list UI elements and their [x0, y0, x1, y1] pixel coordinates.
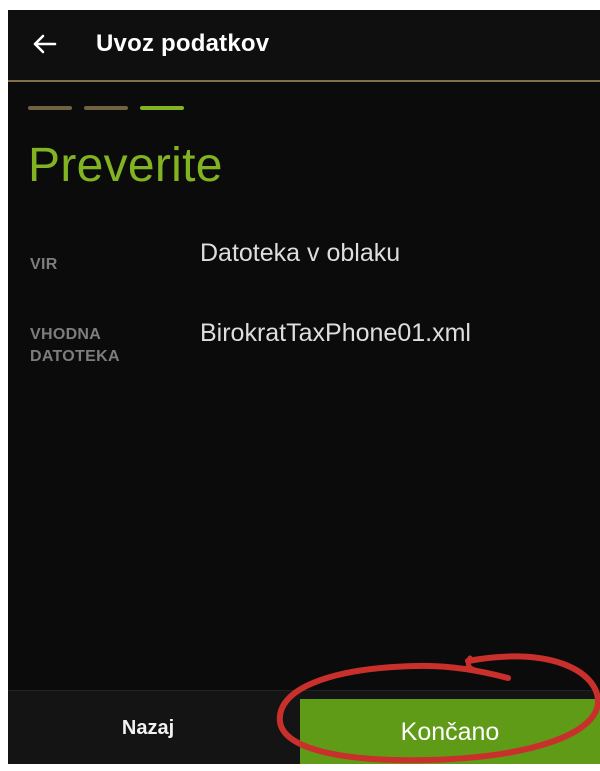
phone-screen: Uvoz podatkov Preverite VIR Datoteka v o… — [8, 10, 600, 764]
input-file-label-text: VHODNA DATOTEKA — [30, 326, 120, 365]
back-button[interactable]: Nazaj — [8, 691, 288, 764]
app-bar: Uvoz podatkov — [8, 10, 600, 82]
step-2-indicator — [84, 106, 128, 110]
app-bar-title: Uvoz podatkov — [96, 30, 270, 57]
red-circle-annotation — [276, 653, 600, 764]
source-label: VIR — [30, 256, 58, 273]
step-3-indicator — [140, 106, 184, 110]
arrow-left-icon — [31, 31, 57, 57]
bottom-action-bar: Nazaj Končano — [8, 690, 600, 764]
finish-button[interactable]: Končano — [300, 699, 600, 764]
page-heading: Preverite — [28, 139, 223, 192]
input-file-value: BirokratTaxPhone01.xml — [200, 319, 471, 347]
source-value: Datoteka v oblaku — [200, 239, 401, 267]
back-arrow-button[interactable] — [20, 20, 68, 68]
step-1-indicator — [28, 106, 72, 110]
input-file-label: VHODNA DATOTEKA — [30, 324, 120, 368]
